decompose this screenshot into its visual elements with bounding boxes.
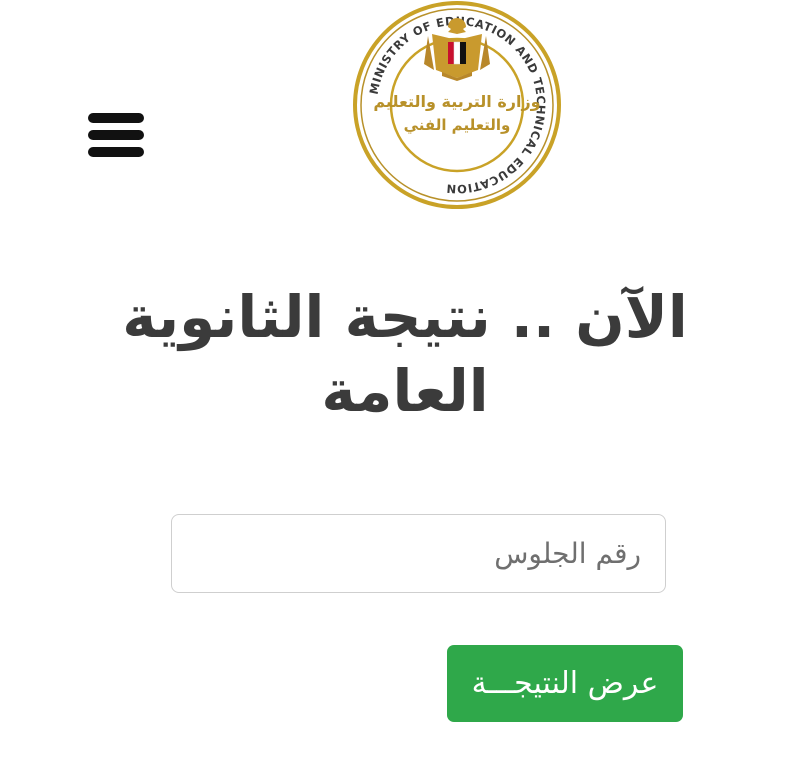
seal-arabic-line1: وزارة التربية والتعليم xyxy=(373,92,540,111)
menu-bar xyxy=(88,147,144,157)
page: MINISTRY OF EDUCATION AND TECHNICAL EDUC… xyxy=(0,0,810,765)
menu-bar xyxy=(88,130,144,140)
hamburger-menu-icon[interactable] xyxy=(88,113,144,157)
page-title: الآن .. نتيجة الثانوية العامة xyxy=(122,283,688,425)
ministry-seal-icon: MINISTRY OF EDUCATION AND TECHNICAL EDUC… xyxy=(353,1,561,209)
seat-number-input[interactable] xyxy=(171,514,666,593)
menu-bar xyxy=(88,113,144,123)
seal-arabic-line2: والتعليم الفني xyxy=(404,116,511,134)
show-result-button[interactable]: عرض النتيجـــة xyxy=(447,645,683,722)
